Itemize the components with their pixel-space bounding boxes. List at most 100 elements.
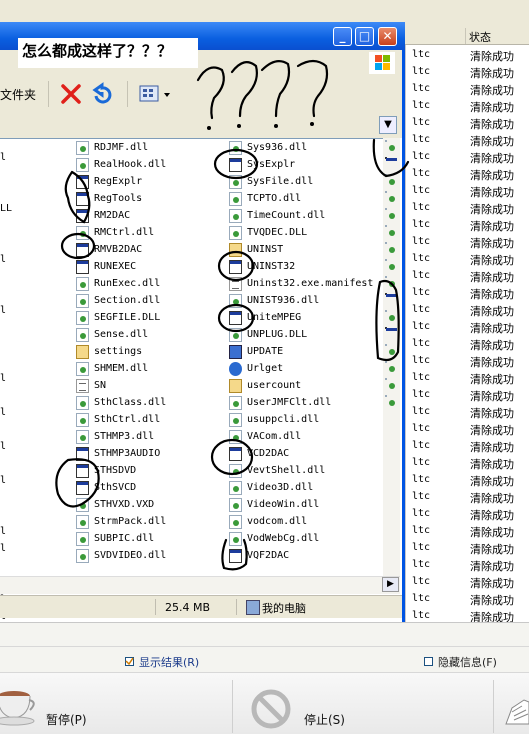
file-name: STHMP3AUDIO (94, 448, 161, 459)
horizontal-scrollbar[interactable] (0, 576, 400, 594)
row-status: 清除成功 (470, 356, 514, 369)
dll-file-icon (229, 532, 242, 546)
row-status: 清除成功 (470, 339, 514, 352)
setup-file-icon (229, 243, 242, 257)
toolbar-separator (48, 81, 49, 107)
left-column-fragment[interactable]: l (0, 441, 6, 452)
row-status: 清除成功 (470, 390, 514, 403)
status-divider-2 (236, 599, 237, 615)
background-list-row[interactable]: ltc 清除成功 (406, 437, 529, 454)
status-size: 25.4 MB (165, 601, 211, 614)
hand-icon[interactable] (502, 694, 529, 730)
row-status: 清除成功 (470, 492, 514, 505)
scroll-right-arrow[interactable]: ▶ (382, 577, 399, 592)
left-column-fragment[interactable]: l (0, 254, 6, 265)
background-list-row[interactable]: ltc 清除成功 (406, 488, 529, 505)
left-column-fragment[interactable]: l (0, 543, 6, 554)
background-list-row[interactable]: ltc 清除成功 (406, 590, 529, 607)
column-header-name[interactable] (405, 28, 466, 44)
file-list-pane: RDJMF.dll RealHook.dll RegExplr RegTools RM2… (0, 138, 385, 690)
background-list-row[interactable]: ltc 清除成功 (406, 63, 529, 80)
row-extension: ltc (412, 287, 431, 298)
clipped-dll-file-icon (385, 191, 395, 202)
maximize-button[interactable]: □ (355, 27, 374, 46)
file-name: UNINST (247, 244, 284, 255)
background-list-row[interactable]: ltc 清除成功 (406, 267, 529, 284)
left-column-fragment[interactable]: l (0, 152, 6, 163)
undo-arrow-icon[interactable] (90, 82, 114, 106)
row-status: 清除成功 (470, 50, 514, 63)
file-name: TVQDEC.DLL (247, 227, 308, 238)
stop-icon[interactable] (250, 688, 292, 730)
minimize-button[interactable]: _ (333, 27, 352, 46)
background-list-row[interactable]: ltc 清除成功 (406, 80, 529, 97)
row-extension: ltc (412, 253, 431, 264)
background-list-row[interactable]: ltc 清除成功 (406, 233, 529, 250)
background-list-row[interactable]: ltc 清除成功 (406, 386, 529, 403)
background-list-row[interactable]: ltc 清除成功 (406, 199, 529, 216)
background-list-row[interactable]: ltc 清除成功 (406, 97, 529, 114)
background-list-row[interactable]: ltc 清除成功 (406, 335, 529, 352)
file-name: VideoWin.dll (247, 499, 320, 510)
background-list-row[interactable]: ltc 清除成功 (406, 114, 529, 131)
stop-button[interactable]: 停止(S) (304, 711, 345, 728)
file-name: VQF2DAC (247, 550, 290, 561)
hide-info-checkbox[interactable] (424, 657, 433, 666)
background-list-row[interactable]: ltc 清除成功 (406, 369, 529, 386)
left-column-fragment[interactable]: l (0, 373, 6, 384)
background-list-row[interactable]: ltc 清除成功 (406, 454, 529, 471)
red-x-icon[interactable] (59, 82, 83, 106)
background-list-row[interactable]: ltc 清除成功 (406, 148, 529, 165)
background-list-row[interactable]: ltc 清除成功 (406, 403, 529, 420)
show-results-label[interactable]: 显示结果(R) (139, 654, 199, 670)
clipped-dll-file-icon (385, 344, 395, 355)
background-list-row[interactable]: ltc 清除成功 (406, 556, 529, 573)
background-list-row[interactable]: ltc 清除成功 (406, 284, 529, 301)
clipped-dll-file-icon (385, 140, 395, 151)
close-button[interactable]: ✕ (378, 27, 397, 46)
vertical-scrollbar[interactable] (383, 138, 400, 576)
background-list-row[interactable]: ltc 清除成功 (406, 131, 529, 148)
file-name: RealHook.dll (94, 159, 167, 170)
left-column-fragment[interactable]: l (0, 305, 6, 316)
coffee-cup-icon[interactable] (0, 688, 40, 728)
file-name: RegExplr (94, 176, 143, 187)
background-list-row[interactable]: ltc 清除成功 (406, 539, 529, 556)
background-list-row[interactable]: ltc 清除成功 (406, 352, 529, 369)
show-results-checkbox[interactable] (125, 657, 134, 666)
background-list-row[interactable]: ltc 清除成功 (406, 216, 529, 233)
row-extension: ltc (412, 83, 431, 94)
left-column-fragment[interactable]: l (0, 475, 6, 486)
column-header-status[interactable]: 状态 (469, 29, 491, 45)
background-list-row[interactable]: ltc 清除成功 (406, 505, 529, 522)
file-name: settings (94, 346, 143, 357)
hide-info-label[interactable]: 隐藏信息(F) (438, 654, 497, 670)
address-dropdown-button[interactable]: ▼ (379, 116, 397, 134)
background-list-row[interactable]: ltc 清除成功 (406, 573, 529, 590)
file-name: RM2DAC (94, 210, 131, 221)
background-list-row[interactable]: ltc 清除成功 (406, 250, 529, 267)
left-column-fragment[interactable]: l (0, 526, 6, 537)
exe-file-icon (229, 311, 242, 325)
row-extension: ltc (412, 151, 431, 162)
background-list-row[interactable]: ltc 清除成功 (406, 522, 529, 539)
background-list-row[interactable]: ltc 清除成功 (406, 420, 529, 437)
background-list-row[interactable]: ltc 清除成功 (406, 471, 529, 488)
left-column-fragment[interactable]: l (0, 407, 6, 418)
file-name: RMCtrl.dll (94, 227, 155, 238)
background-list-row[interactable]: ltc 清除成功 (406, 301, 529, 318)
background-list-row[interactable]: ltc 清除成功 (406, 318, 529, 335)
row-extension: ltc (412, 593, 431, 604)
background-list-row[interactable]: ltc 清除成功 (406, 165, 529, 182)
file-name: VodWebCg.dll (247, 533, 320, 544)
row-status: 清除成功 (470, 135, 514, 148)
file-name: UPDATE (247, 346, 284, 357)
folders-button[interactable]: 文件夹 (0, 86, 36, 103)
background-list-row[interactable]: ltc 清除成功 (406, 607, 529, 623)
background-list-row[interactable]: ltc 清除成功 (406, 46, 529, 63)
file-name: Sys936.dll (247, 142, 308, 153)
background-list-row[interactable]: ltc 清除成功 (406, 182, 529, 199)
pause-button[interactable]: 暂停(P) (46, 711, 87, 728)
left-column-fragment[interactable]: LL (0, 203, 12, 214)
views-icon[interactable] (139, 84, 173, 104)
